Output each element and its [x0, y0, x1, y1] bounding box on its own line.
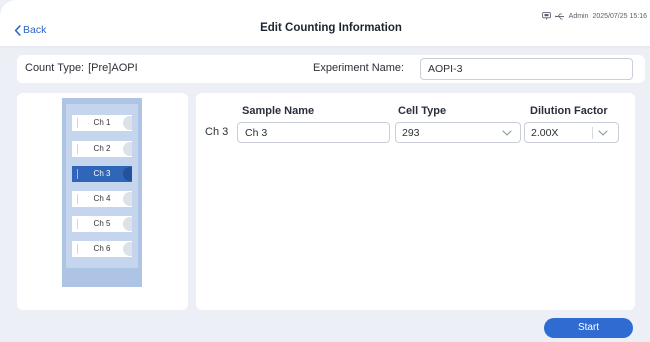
channel-well-dot — [123, 116, 132, 130]
network-icon — [541, 12, 551, 20]
sample-info-panel: Sample Name Cell Type Dilution Factor Ch… — [196, 93, 635, 310]
slide-chip: Ch 1 Ch 2 Ch 3 Ch 4 Ch 5 Ch 6 — [62, 98, 142, 287]
cell-type-select[interactable]: 293 — [395, 122, 521, 143]
user-name: Admin — [568, 12, 589, 20]
count-type-value: [Pre]AOPI — [88, 62, 138, 74]
channel-well-dot — [123, 167, 132, 181]
status-bar: Admin 2025/07/25 15:16 — [541, 12, 648, 20]
channel-well-dot — [123, 242, 132, 256]
channel-slot-4[interactable]: Ch 4 — [72, 191, 132, 207]
dilution-factor-select[interactable]: 2.00X — [524, 122, 619, 143]
experiment-name-label: Experiment Name: — [313, 62, 405, 74]
experiment-name-input[interactable] — [420, 58, 633, 80]
usb-icon — [554, 13, 565, 20]
back-button[interactable]: Back — [14, 24, 46, 36]
channel-slot-1[interactable]: Ch 1 — [72, 115, 132, 131]
row-channel-label: Ch 3 — [205, 126, 229, 138]
datetime: 2025/07/25 15:16 — [592, 12, 648, 20]
sample-name-input[interactable] — [237, 122, 390, 143]
cell-type-header: Cell Type — [398, 105, 447, 117]
experiment-info-card: Count Type: [Pre]AOPI Experiment Name: — [17, 55, 645, 83]
select-divider — [592, 127, 593, 139]
cell-type-value: 293 — [402, 127, 420, 139]
channel-well-dot — [123, 142, 132, 156]
channel-well-dot — [123, 192, 132, 206]
channel-slot-2[interactable]: Ch 2 — [72, 141, 132, 157]
page-title: Edit Counting Information — [260, 22, 402, 34]
chevron-left-icon — [14, 24, 21, 36]
slide-panel: Ch 1 Ch 2 Ch 3 Ch 4 Ch 5 Ch 6 — [17, 93, 188, 310]
count-type: Count Type: [Pre]AOPI — [25, 62, 138, 74]
start-button[interactable]: Start — [544, 318, 633, 338]
back-label: Back — [23, 24, 47, 36]
count-type-label: Count Type: — [25, 62, 85, 74]
channel-slot-3[interactable]: Ch 3 — [72, 166, 132, 182]
dilution-factor-value: 2.00X — [531, 127, 559, 139]
dilution-factor-header: Dilution Factor — [530, 105, 608, 117]
channel-slot-5[interactable]: Ch 5 — [72, 216, 132, 232]
channel-well-dot — [123, 217, 132, 231]
channel-slot-6[interactable]: Ch 6 — [72, 241, 132, 257]
sample-name-header: Sample Name — [242, 105, 315, 117]
